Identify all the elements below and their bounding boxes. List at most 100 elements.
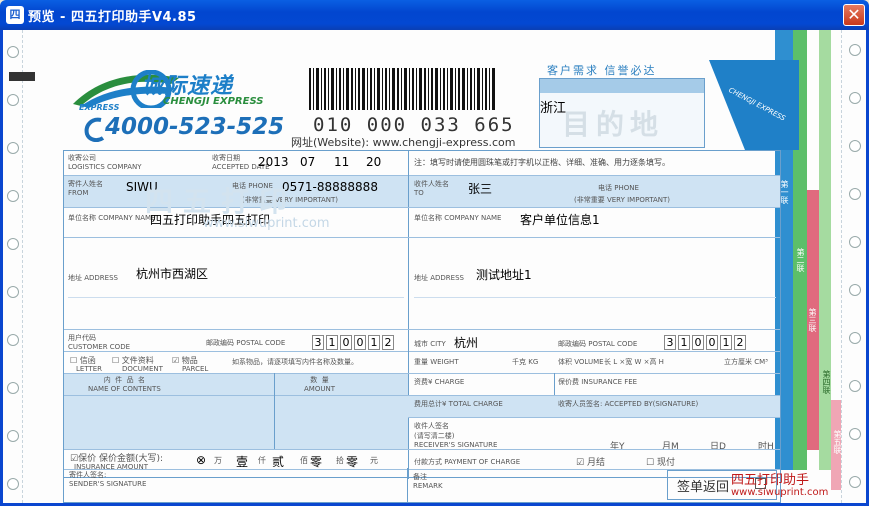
sprocket-hole [849,140,861,152]
company-label: 收寄公司 LOGISTICS COMPANY [68,154,142,171]
receiver-postal-digit: 1 [720,335,732,350]
total-label: 费用总计¥ TOTAL CHARGE [414,400,503,408]
app-icon: 四 [6,6,24,24]
receiver-postal-label: 邮政编码 POSTAL CODE [558,340,638,348]
monthly-label: 月结 [586,458,605,468]
sprocket-hole [7,334,19,346]
receiver-postal-digit: 3 [664,335,676,350]
notice-text: 注：填写时请使用圆珠笔或打字机以正楷、详细、准确、用力逐条填写。 [414,158,670,167]
parcel-en: PARCEL [182,365,209,373]
sender-postal-digit: 1 [326,335,338,350]
return-sign-label: 签单返回 [677,480,730,495]
window-title: 预览 - 四五打印助手V4.85 [28,10,197,25]
sprocket-hole [849,284,861,296]
insurance-fee-label: 保价费 INSURANCE FEE [558,378,638,386]
sender-address: 杭州市西湖区 [136,267,209,281]
city-label: 城市 CITY [414,340,446,348]
weight-label: 重量 WEIGHT [414,358,459,366]
date-year: 2013 [258,155,289,169]
sender-postal-digit: 3 [312,335,324,350]
title-bar: 四 预览 - 四五打印助手V4.85 ✕ [0,0,869,30]
sprocket-hole [849,332,861,344]
receiver-postal-digit: 2 [734,335,746,350]
receiver-address: 测试地址1 [476,268,532,282]
sprocket-hole [7,478,19,490]
waybill-preview: CHENGJI EXPRESS 第一联 第二联 第三联 第四联 第五联 城际速递… [3,30,866,503]
sprocket-hole [849,188,861,200]
sender-postal-digit: 0 [354,335,366,350]
letter-label: 信函 [79,356,96,365]
payment-label: 付款方式 PAYMENT OF CHARGE [414,458,521,466]
sender-unit-label: 单位名称 COMPANY NAME [68,214,156,222]
sprocket-hole [7,46,19,58]
close-button[interactable]: ✕ [843,4,865,26]
sprocket-hole [7,238,19,250]
receiver-sign-label: 收件人签名 (请写清二楼) RECEIVER'S SIGNATURE [414,422,498,449]
destination-box: 目的地 浙江 [539,78,705,148]
sprocket-hole [7,382,19,394]
sender-postal-digit: 1 [368,335,380,350]
destination-heading: 客户需求 信誉必达 [547,64,657,77]
volume-label: 体积 VOLUME [558,358,604,366]
sprocket-hole [7,190,19,202]
cash-label: 现付 [656,458,675,468]
preview-area: CHENGJI EXPRESS 第一联 第二联 第三联 第四联 第五联 城际速递… [0,30,869,506]
contents-body [64,395,408,449]
receiver-name: 张三 [468,182,493,196]
copy-label-3: 第三联 [808,308,817,332]
sprocket-hole [849,236,861,248]
sprocket-hole [849,428,861,440]
phone-icon [84,117,105,142]
copy-label-5: 第五联 [833,430,842,454]
receiver-address-label: 地址 ADDRESS [414,274,464,282]
date-day: 11 [334,155,350,169]
insurance-unit: 拾 [336,456,344,465]
sprocket-hole [7,430,19,442]
copy-strip-lightgreen [819,30,831,470]
receiver-name-label: 收件人姓名 TO [414,180,449,197]
bottom-divider [407,468,408,503]
accepted-label: 收寄人员签名: ACCEPTED BY(SIGNATURE) [558,400,699,408]
destination-watermark: 目的地 [562,108,665,141]
logo-en-text: CHENGJI EXPRESS [163,96,264,107]
document-en: DOCUMENT [122,365,163,373]
watermark-logo: 四五打印 [145,185,298,218]
date-hour: 20 [366,155,382,169]
goods-note: 如系物品，请逐项填写内件名称及数量。 [232,358,358,366]
receiver-unit-label: 单位名称 COMPANY NAME [414,214,502,222]
volume-unit: 立方厘米 CM³ [724,358,768,366]
sprocket-hole [7,94,19,106]
letter-en: LETTER [76,365,103,373]
document-label: 文件资料 [121,356,154,365]
sender-address-label: 地址 ADDRESS [68,274,118,282]
sprocket-hole [849,476,861,488]
sender-postal-digit: 2 [382,335,394,350]
receiver-unit: 客户单位信息1 [520,213,600,227]
receiver-city: 杭州 [454,336,479,350]
destination-band [540,79,704,93]
contents-label: 内 件 品 名 NAME OF CONTENTS [88,376,161,393]
date-month: 07 [300,155,316,169]
insurance-value: ⊗ [196,453,207,467]
barcode [309,68,495,110]
cash-option: ☐ 现付 [646,458,675,468]
charge-label: 资费¥ CHARGE [414,378,465,386]
customer-code-label: 用户代码 CUSTOMER CODE [68,334,131,351]
insurance-unit: 元 [370,456,378,465]
receiver-postal-digit: 0 [706,335,718,350]
sender-name-label: 寄件人姓名 FROM [68,180,103,197]
weight-unit: 千克 KG [512,358,539,366]
sender-signature-label: 寄件人签名: SENDER'S SIGNATURE [69,471,147,488]
volume-dims: 长 L ×宽 W ×高 H [604,358,664,366]
receiver-postal-digit: 1 [678,335,690,350]
receiver-phone-label: 电话 PHONE [598,184,639,192]
footer-brand: 四五打印助手 [731,473,810,488]
tear-mark [9,72,35,81]
logo-express-text: EXPRESS [79,103,120,112]
monthly-option: ☑ 月结 [576,458,605,468]
insurance-unit: 仟 [258,456,266,465]
sender-postal-label: 邮政编码 POSTAL CODE [206,339,286,347]
sprocket-hole [849,44,861,56]
watermark-url: www.siwuprint.com [203,216,330,231]
address-underline [414,297,776,298]
